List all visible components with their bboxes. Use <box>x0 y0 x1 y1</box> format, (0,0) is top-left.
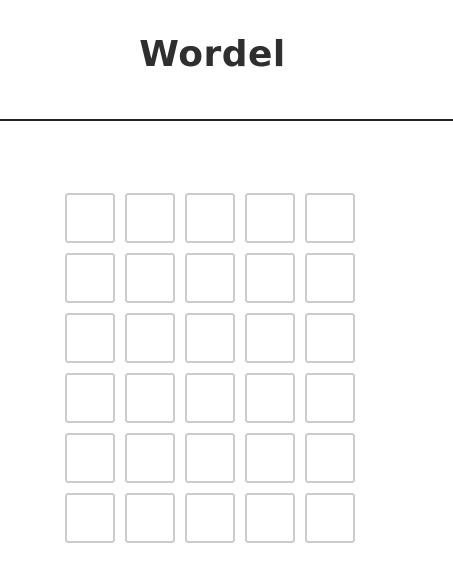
letter-tile <box>125 313 175 363</box>
letter-tile <box>125 253 175 303</box>
letter-tile <box>305 493 355 543</box>
letter-tile <box>65 253 115 303</box>
letter-tile <box>185 373 235 423</box>
letter-tile <box>125 493 175 543</box>
letter-tile <box>125 433 175 483</box>
letter-tile <box>245 373 295 423</box>
game-board <box>65 193 355 543</box>
letter-tile <box>65 433 115 483</box>
letter-tile <box>305 253 355 303</box>
letter-tile <box>65 193 115 243</box>
app-header: Wordel <box>0 0 453 121</box>
letter-tile <box>245 193 295 243</box>
letter-tile <box>245 493 295 543</box>
letter-tile <box>65 373 115 423</box>
letter-tile <box>185 193 235 243</box>
letter-tile <box>65 313 115 363</box>
letter-tile <box>185 313 235 363</box>
letter-tile <box>185 253 235 303</box>
letter-tile <box>245 313 295 363</box>
letter-tile <box>65 493 115 543</box>
letter-tile <box>305 313 355 363</box>
letter-tile <box>245 253 295 303</box>
letter-tile <box>185 433 235 483</box>
letter-tile <box>305 193 355 243</box>
letter-tile <box>305 373 355 423</box>
letter-tile <box>125 193 175 243</box>
page-title: Wordel <box>139 34 286 75</box>
letter-tile <box>125 373 175 423</box>
letter-tile <box>185 493 235 543</box>
letter-tile <box>305 433 355 483</box>
letter-tile <box>245 433 295 483</box>
